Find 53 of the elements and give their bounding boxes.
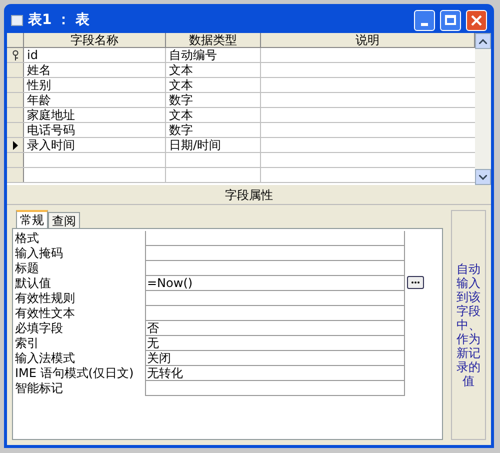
column-header: 字段名称 — [24, 33, 166, 47]
field-name: 电话号码 — [27, 123, 75, 137]
property-value[interactable]: =Now() — [145, 276, 405, 291]
ellipsis-icon — [411, 281, 420, 284]
property-label: 默认值 — [15, 276, 51, 290]
section-title: 字段属性 — [225, 188, 273, 202]
field-name: 性别 — [27, 78, 51, 92]
field-name: 家庭地址 — [27, 108, 75, 122]
minimize-button[interactable] — [414, 10, 435, 30]
property-label: 必填字段 — [15, 321, 63, 335]
field-name: 录入时间 — [27, 138, 75, 152]
property-value[interactable] — [145, 246, 405, 261]
help-text: 自动输入到该字段中、作为新记录的值 — [456, 262, 482, 388]
row-selector[interactable] — [7, 48, 24, 62]
property-label: 有效性文本 — [15, 306, 75, 320]
row-selector[interactable] — [7, 138, 24, 152]
data-type: 文本 — [169, 108, 193, 122]
data-type: 文本 — [169, 78, 193, 92]
field-name: id — [27, 48, 38, 62]
property-value[interactable]: 无转化 — [145, 366, 405, 381]
property-value[interactable]: 无 — [145, 336, 405, 351]
property-label: 有效性规则 — [15, 291, 75, 305]
field-name: 姓名 — [27, 63, 51, 77]
property-value[interactable] — [145, 231, 405, 246]
property-label: 格式 — [15, 231, 39, 245]
property-label: 索引 — [15, 336, 39, 350]
current-row-icon — [12, 140, 18, 150]
builder-button[interactable] — [407, 276, 424, 289]
table-icon — [11, 14, 23, 26]
maximize-button[interactable] — [440, 10, 461, 30]
data-type: 日期/时间 — [169, 138, 222, 152]
vertical-scrollbar[interactable] — [475, 33, 491, 185]
property-value[interactable]: 关闭 — [145, 351, 405, 366]
close-button[interactable] — [466, 10, 487, 30]
property-value[interactable]: 否 — [145, 321, 405, 336]
property-value[interactable] — [145, 381, 405, 396]
tab[interactable]: 常规 — [16, 210, 48, 228]
close-icon — [471, 14, 482, 26]
property-label: 智能标记 — [15, 381, 63, 395]
property-label: 输入法模式 — [15, 351, 75, 365]
data-type: 文本 — [169, 63, 193, 77]
tab[interactable]: 查阅 — [48, 212, 80, 228]
property-label: 标题 — [15, 261, 39, 275]
property-value[interactable] — [145, 306, 405, 321]
data-type: 自动编号 — [169, 48, 217, 62]
property-label: IME 语句模式(仅日文) — [15, 366, 134, 380]
column-header: 数据类型 — [166, 33, 261, 47]
field-name: 年龄 — [27, 93, 51, 107]
property-label: 输入掩码 — [15, 246, 63, 260]
window-title: 表1 ： 表 — [28, 10, 90, 30]
data-type: 数字 — [169, 123, 193, 137]
data-type: 数字 — [169, 93, 193, 107]
key-icon — [12, 50, 18, 60]
